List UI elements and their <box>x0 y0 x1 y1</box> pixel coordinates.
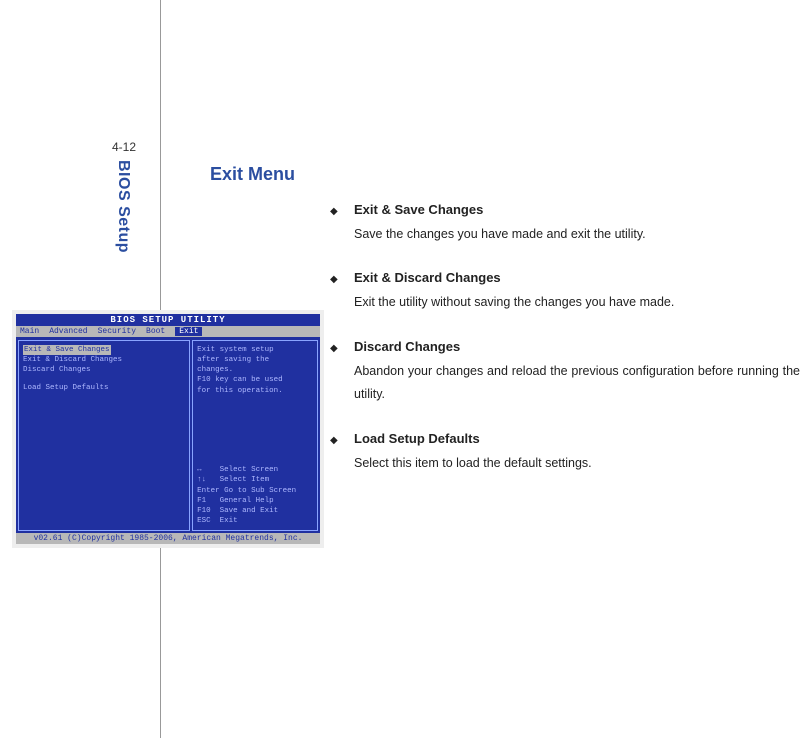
list-item: ◆ Discard Changes Abandon your changes a… <box>330 335 800 407</box>
bios-tab: Main <box>20 327 39 336</box>
bullet-icon: ◆ <box>330 431 354 450</box>
list-item: ◆ Load Setup Defaults Select this item t… <box>330 427 800 475</box>
bios-titlebar: BIOS SETUP UTILITY <box>16 314 320 326</box>
list-item: ◆ Exit & Discard Changes Exit the utilit… <box>330 266 800 314</box>
content-area: ◆ Exit & Save Changes Save the changes y… <box>330 198 800 496</box>
bios-screenshot-thumbnail: BIOS SETUP UTILITY Main Advanced Securit… <box>12 310 324 548</box>
bios-item: Exit & Discard Changes <box>23 355 185 365</box>
item-title: Exit & Save Changes <box>354 198 483 223</box>
list-item: ◆ Exit & Save Changes Save the changes y… <box>330 198 800 246</box>
item-title: Exit & Discard Changes <box>354 266 501 291</box>
item-title: Discard Changes <box>354 335 460 360</box>
page-number: 4-12 <box>112 140 136 154</box>
bios-help-text: Exit system setup after saving the chang… <box>197 345 313 396</box>
item-description: Abandon your changes and reload the prev… <box>354 360 800 408</box>
bios-tab: Security <box>98 327 136 336</box>
bios-left-pane: Exit & Save Changes Exit & Discard Chang… <box>18 340 190 531</box>
chapter-side-label: BIOS Setup <box>114 160 132 253</box>
bios-key-legend: ↔ Select Screen ↑↓ Select Item Enter Go … <box>197 465 313 526</box>
bios-item-highlighted: Exit & Save Changes <box>23 345 111 355</box>
bullet-icon: ◆ <box>330 202 354 221</box>
bios-tab-row: Main Advanced Security Boot Exit <box>16 326 320 338</box>
bullet-icon: ◆ <box>330 339 354 358</box>
bios-footer: v02.61 (C)Copyright 1985-2006, American … <box>16 533 320 544</box>
bios-item: Discard Changes <box>23 365 185 375</box>
bullet-icon: ◆ <box>330 270 354 289</box>
item-description: Select this item to load the default set… <box>354 452 800 476</box>
bios-tab: Advanced <box>49 327 87 336</box>
bios-right-pane: Exit system setup after saving the chang… <box>192 340 318 531</box>
bios-item: Load Setup Defaults <box>23 383 185 393</box>
bios-tab: Boot <box>146 327 165 336</box>
section-title: Exit Menu <box>210 164 295 185</box>
item-description: Exit the utility without saving the chan… <box>354 291 800 315</box>
item-title: Load Setup Defaults <box>354 427 480 452</box>
bios-tab-selected: Exit <box>175 327 202 336</box>
item-description: Save the changes you have made and exit … <box>354 223 800 247</box>
